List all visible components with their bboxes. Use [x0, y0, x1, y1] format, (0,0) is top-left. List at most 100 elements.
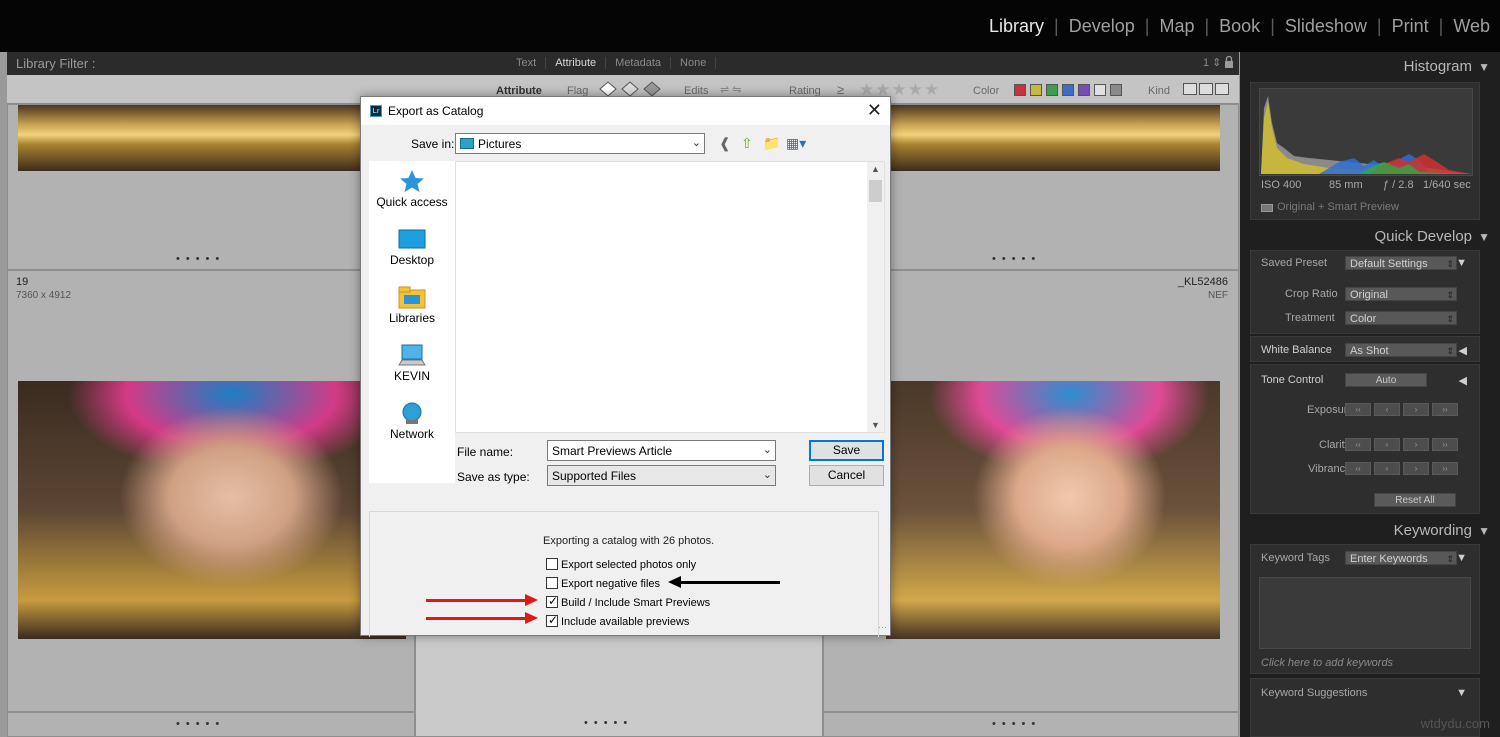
save-as-type-select[interactable]: Supported Files ⌄	[547, 465, 776, 486]
clarity-dec[interactable]: ‹	[1374, 438, 1400, 451]
scroll-thumb[interactable]	[869, 180, 882, 202]
module-develop[interactable]: Develop	[1059, 16, 1145, 37]
chevron-down-icon: ⌄	[692, 136, 701, 149]
place-quick-access[interactable]: Quick access	[369, 169, 455, 209]
photo-thumbnail[interactable]	[886, 381, 1220, 639]
cancel-button[interactable]: Cancel	[809, 465, 884, 486]
pictures-folder-icon	[460, 138, 474, 149]
keyword-text-area[interactable]	[1259, 577, 1471, 649]
back-icon[interactable]: ❰	[719, 135, 731, 152]
clarity-dec-large[interactable]: ‹‹	[1345, 438, 1371, 451]
vibrance-inc-large[interactable]: ››	[1432, 462, 1458, 475]
checkbox[interactable]	[546, 577, 558, 589]
checkbox[interactable]	[546, 615, 558, 627]
keyword-suggestions-disclosure[interactable]: ▼	[1456, 687, 1467, 699]
histogram-shutter: 1/640 sec	[1423, 179, 1471, 191]
clarity-inc-large[interactable]: ››	[1432, 438, 1458, 451]
module-map[interactable]: Map	[1149, 16, 1204, 37]
filter-tab-attribute[interactable]: Attribute	[546, 57, 606, 69]
build-smart-previews-checkbox[interactable]: Build / Include Smart Previews	[546, 596, 710, 609]
computer-icon	[398, 343, 426, 367]
place-this-pc[interactable]: KEVIN	[369, 343, 455, 383]
quick-develop-header[interactable]: Quick Develop▼	[1250, 228, 1490, 245]
photo-thumbnail[interactable]	[18, 381, 406, 639]
resize-grip-icon[interactable]: ⋯	[878, 622, 887, 633]
keyword-tags-label: Keyword Tags	[1261, 552, 1330, 564]
up-folder-icon[interactable]: ⇧	[741, 135, 753, 152]
photo-thumbnail[interactable]	[886, 105, 1220, 171]
checkbox[interactable]	[546, 596, 558, 608]
saved-preset-disclosure[interactable]: ▼	[1456, 257, 1467, 269]
close-icon[interactable]: ✕	[867, 100, 882, 121]
keywording-header[interactable]: Keywording▼	[1250, 522, 1490, 539]
saved-preset-select[interactable]: Default Settings⇕	[1345, 256, 1457, 270]
color-swatch-purple[interactable]	[1078, 84, 1090, 96]
module-web[interactable]: Web	[1443, 16, 1500, 37]
grid-cell[interactable]: 19 7360 x 4912 •••••	[7, 270, 415, 712]
filter-preset-select[interactable]: 1 ⇕	[1203, 56, 1221, 69]
exposure-dec[interactable]: ‹	[1374, 403, 1400, 416]
new-folder-icon[interactable]: 📁	[763, 135, 780, 152]
module-book[interactable]: Book	[1209, 16, 1270, 37]
annotation-arrow-red	[426, 599, 526, 602]
export-selected-only-checkbox[interactable]: Export selected photos only	[546, 558, 696, 571]
histogram-header[interactable]: Histogram▼	[1250, 58, 1490, 75]
module-slideshow[interactable]: Slideshow	[1275, 16, 1377, 37]
filter-tab-text[interactable]: Text	[507, 57, 546, 69]
crop-ratio-select[interactable]: Original⇕	[1345, 287, 1457, 301]
filter-tab-none[interactable]: None	[671, 57, 716, 69]
module-list: Library| Develop| Map| Book| Slideshow| …	[979, 16, 1500, 37]
reset-all-button[interactable]: Reset All	[1374, 493, 1456, 507]
tone-control-disclosure[interactable]: ◀	[1459, 374, 1467, 387]
clarity-inc[interactable]: ›	[1403, 438, 1429, 451]
grid-cell[interactable]: •••••	[7, 712, 415, 737]
color-swatch-blue[interactable]	[1062, 84, 1074, 96]
color-swatch-red[interactable]	[1014, 84, 1026, 96]
vibrance-inc[interactable]: ›	[1403, 462, 1429, 475]
module-print[interactable]: Print	[1382, 16, 1439, 37]
edits-icons[interactable]: ⇌ ⇋	[720, 83, 742, 96]
view-menu-icon[interactable]: ▦▾	[786, 135, 806, 152]
checkbox[interactable]	[546, 558, 558, 570]
vibrance-dec[interactable]: ‹	[1374, 462, 1400, 475]
tone-control-panel: Tone Control Auto ◀ Exposure ‹‹ ‹ › ›› C…	[1250, 364, 1480, 514]
filter-tab-metadata[interactable]: Metadata	[606, 57, 671, 69]
keyword-tags-select[interactable]: Enter Keywords⇕	[1345, 551, 1457, 565]
place-libraries[interactable]: Libraries	[369, 285, 455, 325]
exposure-dec-large[interactable]: ‹‹	[1345, 403, 1371, 416]
color-swatch-yellow[interactable]	[1030, 84, 1042, 96]
color-swatch-green[interactable]	[1046, 84, 1058, 96]
auto-tone-button[interactable]: Auto	[1345, 373, 1427, 387]
white-balance-select[interactable]: As Shot⇕	[1345, 343, 1457, 357]
export-negative-files-checkbox[interactable]: Export negative files	[546, 577, 660, 590]
keyword-tags-disclosure[interactable]: ▼	[1456, 552, 1467, 564]
scroll-up-icon[interactable]: ▲	[871, 164, 880, 174]
grid-cell[interactable]: •••••	[823, 712, 1239, 737]
white-balance-disclosure[interactable]: ◀	[1459, 344, 1467, 357]
include-previews-checkbox[interactable]: Include available previews	[546, 615, 689, 628]
color-swatch-none[interactable]	[1110, 84, 1122, 96]
save-button[interactable]: Save	[809, 440, 884, 461]
file-list[interactable]: ▲ ▼	[455, 161, 885, 433]
scroll-down-icon[interactable]: ▼	[871, 420, 880, 430]
lock-icon[interactable]	[1224, 56, 1234, 68]
photo-thumbnail[interactable]	[18, 105, 406, 171]
place-desktop[interactable]: Desktop	[369, 227, 455, 267]
treatment-select[interactable]: Color⇕	[1345, 311, 1457, 325]
save-in-select[interactable]: Pictures ⌄	[455, 133, 705, 154]
keyword-placeholder[interactable]: Click here to add keywords	[1261, 657, 1393, 669]
file-name-label: File name:	[457, 445, 513, 459]
exposure-inc[interactable]: ›	[1403, 403, 1429, 416]
grid-cell[interactable]: •••••	[7, 104, 415, 270]
chevron-down-icon[interactable]: ⌄	[763, 468, 772, 481]
color-swatch-custom[interactable]	[1094, 84, 1106, 96]
kind-icons[interactable]	[1183, 83, 1231, 98]
vibrance-dec-large[interactable]: ‹‹	[1345, 462, 1371, 475]
module-library[interactable]: Library	[979, 16, 1054, 37]
file-name-field[interactable]: Smart Previews Article ⌄	[547, 440, 776, 461]
chevron-down-icon[interactable]: ⌄	[763, 443, 772, 456]
rating-operator[interactable]: ≥	[837, 82, 844, 97]
file-list-scrollbar[interactable]: ▲ ▼	[867, 162, 884, 432]
place-network[interactable]: Network	[369, 401, 455, 441]
exposure-inc-large[interactable]: ››	[1432, 403, 1458, 416]
